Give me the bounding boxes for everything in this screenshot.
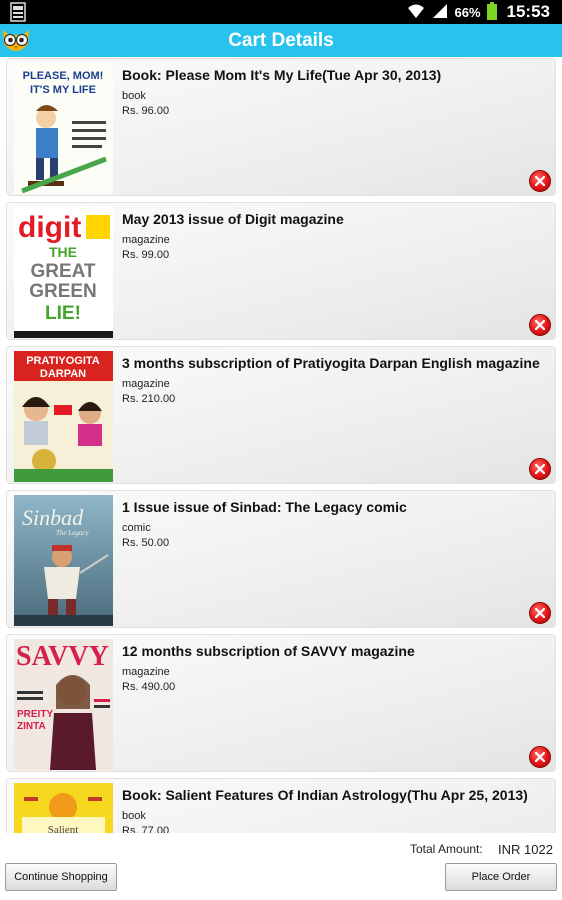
book-cover: PLEASE, MOM! IT'S MY LIFE — [14, 63, 113, 194]
item-type: magazine — [122, 378, 170, 390]
cover-text: LIE! — [45, 303, 81, 324]
item-title: May 2013 issue of Digit magazine — [122, 211, 344, 227]
cover-text: DARPAN — [40, 368, 86, 380]
continue-shopping-button[interactable]: Continue Shopping — [5, 863, 117, 891]
item-type: magazine — [122, 666, 170, 678]
item-type: comic — [122, 522, 151, 534]
item-price: Rs. 210.00 — [122, 393, 176, 405]
remove-item-button[interactable] — [529, 170, 551, 192]
cart-item[interactable]: SAVVY PREITY ZINTA 12 months subscriptio… — [6, 634, 556, 772]
remove-item-button[interactable] — [529, 602, 551, 624]
item-title: 12 months subscription of SAVVY magazine — [122, 643, 415, 659]
close-icon — [535, 752, 545, 762]
signal-icon — [432, 3, 448, 22]
cart-item[interactable]: PRATIYOGITA DARPAN 3 months subscription… — [6, 346, 556, 484]
item-title: Book: Salient Features Of Indian Astrolo… — [122, 787, 528, 803]
comic-cover: Sinbad The Legacy — [14, 495, 113, 626]
cover-text: GREAT — [30, 261, 95, 282]
close-icon — [535, 608, 545, 618]
cover-text: PLEASE, MOM! — [23, 70, 104, 82]
cover-text: digit — [18, 211, 81, 244]
wifi-icon — [406, 3, 426, 22]
cart-item[interactable]: Salient features Book: Salient Features … — [6, 778, 556, 833]
magazine-cover: digit THE GREAT GREEN LIE! — [14, 207, 113, 338]
gallery-icon — [10, 2, 26, 22]
remove-item-button[interactable] — [529, 458, 551, 480]
remove-item-button[interactable] — [529, 746, 551, 768]
item-price: Rs. 50.00 — [122, 537, 170, 549]
item-type: book — [122, 90, 146, 102]
title-bar: Cart Details — [0, 24, 562, 57]
total-amount-label: Total Amount: — [410, 842, 483, 856]
place-order-button[interactable]: Place Order — [445, 863, 557, 891]
item-price: Rs. 99.00 — [122, 249, 170, 261]
cover-text: PREITY — [17, 709, 53, 720]
total-amount-value: INR 1022 — [498, 842, 553, 857]
close-icon — [535, 464, 545, 474]
cart-item[interactable]: Sinbad The Legacy 1 Issue issue of Sinba… — [6, 490, 556, 628]
cover-text: Sinbad — [22, 505, 84, 530]
item-price: Rs. 490.00 — [122, 681, 176, 693]
clock: 15:53 — [506, 2, 550, 21]
cart-item[interactable]: digit THE GREAT GREEN LIE! May 2013 issu… — [6, 202, 556, 340]
cover-text: IT'S MY LIFE — [30, 84, 96, 96]
close-icon — [535, 320, 545, 330]
cover-text: THE — [49, 244, 77, 260]
cover-text: ZINTA — [17, 721, 46, 732]
cart-item[interactable]: PLEASE, MOM! IT'S MY LIFE Book: Please M… — [6, 58, 556, 196]
magazine-cover: SAVVY PREITY ZINTA — [14, 639, 113, 770]
item-title: 1 Issue issue of Sinbad: The Legacy comi… — [122, 499, 407, 515]
item-price: Rs. 96.00 — [122, 105, 170, 117]
close-icon — [535, 176, 545, 186]
battery-level: 66% — [454, 4, 481, 20]
cart-list[interactable]: PLEASE, MOM! IT'S MY LIFE Book: Please M… — [0, 57, 562, 833]
book-cover: Salient features — [14, 783, 113, 833]
remove-item-button[interactable] — [529, 314, 551, 336]
item-type: magazine — [122, 234, 170, 246]
item-type: book — [122, 810, 146, 822]
battery-icon — [486, 1, 497, 23]
cover-text: SAVVY — [16, 641, 109, 672]
cover-text: PRATIYOGITA — [26, 355, 100, 367]
cover-text: The Legacy — [56, 529, 89, 537]
status-bar: 66% 15:53 — [0, 0, 562, 24]
item-title: 3 months subscription of Pratiyogita Dar… — [122, 355, 540, 371]
cover-text: GREEN — [29, 281, 97, 302]
page-title: Cart Details — [228, 30, 334, 51]
item-title: Book: Please Mom It's My Life(Tue Apr 30… — [122, 67, 442, 83]
cover-text: Salient — [48, 824, 79, 833]
magazine-cover: PRATIYOGITA DARPAN — [14, 351, 113, 482]
item-price: Rs. 77.00 — [122, 825, 170, 833]
